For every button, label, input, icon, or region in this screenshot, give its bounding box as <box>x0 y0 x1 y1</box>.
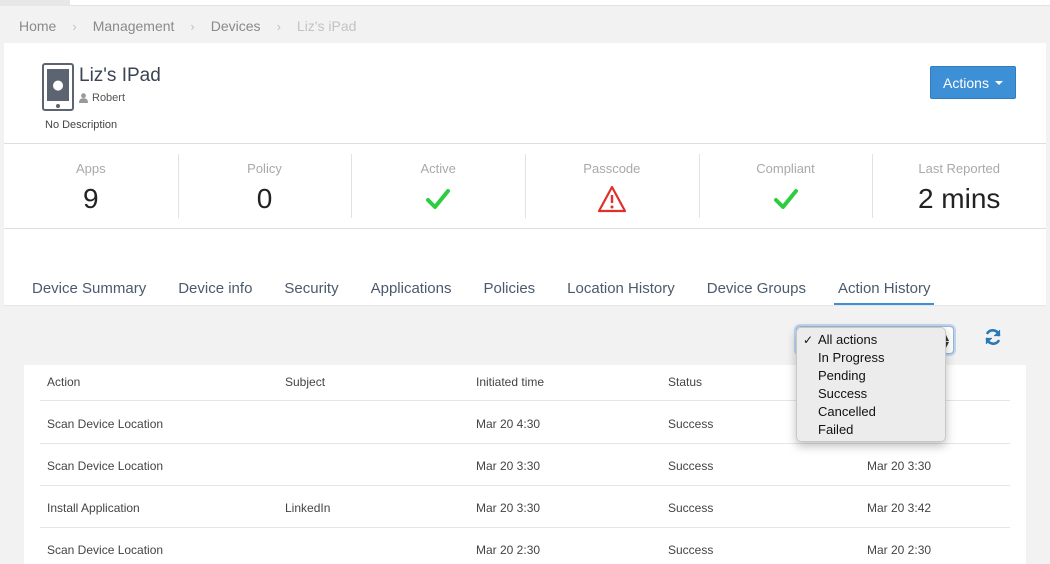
cell-initiated-time: Mar 20 3:30 <box>476 459 541 473</box>
breadcrumb-home[interactable]: Home <box>19 18 56 34</box>
ipad-screen: ● <box>47 69 69 101</box>
filter-option-success[interactable]: Success <box>797 385 945 403</box>
filter-option-label: Failed <box>818 422 854 437</box>
column-header-action[interactable]: Action <box>47 375 80 389</box>
breadcrumb-management[interactable]: Management <box>93 18 175 34</box>
cell-initiated-time: Mar 20 4:30 <box>476 417 541 431</box>
stat-value <box>699 181 873 217</box>
table-row[interactable]: Scan Device Location Mar 20 3:30 Success… <box>40 444 1010 486</box>
device-tabs: Device Summary Device info Security Appl… <box>28 275 958 305</box>
stat-value: 0 <box>256 183 273 214</box>
column-header-status[interactable]: Status <box>668 375 702 389</box>
tab-location-history[interactable]: Location History <box>563 275 679 305</box>
stat-value: 2 mins <box>917 183 1001 214</box>
cell-completed-time: Mar 20 3:42 <box>867 501 932 515</box>
cell-status: Success <box>668 459 714 473</box>
stat-value <box>351 181 525 217</box>
action-filter-dropdown: ✓ All actions In Progress Pending Success… <box>796 327 946 442</box>
cell-initiated-time: Mar 20 3:30 <box>476 501 541 515</box>
filter-option-all-actions[interactable]: ✓ All actions <box>797 331 945 349</box>
cell-status: Success <box>668 543 714 557</box>
chevron-right-icon: › <box>72 18 77 34</box>
stat-last-reported: Last Reported 2 mins <box>872 144 1046 228</box>
column-header-initiated-time[interactable]: Initiated time <box>476 375 544 389</box>
cell-status: Success <box>668 501 714 515</box>
stat-policy: Policy 0 <box>177 144 352 228</box>
stat-compliant: Compliant <box>698 144 873 228</box>
breadcrumb: Home › Management › Devices › Liz's iPad <box>19 17 356 35</box>
cell-subject: LinkedIn <box>285 501 331 515</box>
tab-action-history[interactable]: Action History <box>833 275 935 305</box>
stat-value <box>525 181 699 217</box>
stat-apps: Apps 9 <box>4 144 178 228</box>
device-name: Liz's IPad <box>79 65 161 86</box>
filter-option-label: Cancelled <box>818 404 876 419</box>
tab-security[interactable]: Security <box>280 275 342 305</box>
stat-label: Apps <box>76 161 106 176</box>
cell-completed-time: Mar 20 3:30 <box>867 459 932 473</box>
top-tab-stub <box>0 0 70 6</box>
device-card: ● Liz's IPad Robert No Description Actio… <box>4 43 1046 564</box>
ipad-icon: ● <box>42 63 74 111</box>
stat-label: Last Reported <box>918 161 1001 176</box>
cell-action: Scan Device Location <box>47 543 164 557</box>
actions-button-label: Actions <box>943 74 989 91</box>
tab-device-summary[interactable]: Device Summary <box>28 275 150 305</box>
filter-option-label: All actions <box>818 332 878 347</box>
green-check-icon <box>425 188 451 210</box>
top-bar <box>0 0 1050 6</box>
cell-initiated-time: Mar 20 2:30 <box>476 543 541 557</box>
stat-label: Active <box>420 161 456 176</box>
stat-label: Passcode <box>583 161 641 176</box>
green-check-icon <box>773 188 799 210</box>
cell-action: Install Application <box>47 501 140 515</box>
filter-option-failed[interactable]: Failed <box>797 421 945 439</box>
user-icon <box>79 93 88 103</box>
cell-status: Success <box>668 417 714 431</box>
filter-option-cancelled[interactable]: Cancelled <box>797 403 945 421</box>
stat-active: Active <box>351 144 525 228</box>
filter-option-label: Success <box>818 386 868 401</box>
cell-completed-time: Mar 20 2:30 <box>867 543 932 557</box>
checkmark-icon: ✓ <box>803 333 814 347</box>
filter-option-label: Pending <box>818 368 866 383</box>
ipad-home-button <box>56 104 60 108</box>
device-owner: Robert <box>79 92 125 104</box>
apple-icon: ● <box>52 78 64 93</box>
breadcrumb-current: Liz's iPad <box>296 18 357 34</box>
red-warning-icon <box>597 185 627 213</box>
stats-bar: Apps 9 Policy 0 Active Passcode Complian… <box>4 143 1046 229</box>
chevron-right-icon: › <box>276 18 281 34</box>
device-description: No Description <box>45 119 118 131</box>
stat-passcode: Passcode <box>525 144 699 228</box>
tab-policies[interactable]: Policies <box>479 275 539 305</box>
column-header-subject[interactable]: Subject <box>285 375 325 389</box>
filter-option-in-progress[interactable]: In Progress <box>797 349 945 367</box>
device-owner-name: Robert <box>92 92 126 104</box>
tab-device-groups[interactable]: Device Groups <box>703 275 810 305</box>
caret-down-icon <box>994 80 1003 85</box>
stat-value: 9 <box>83 183 99 214</box>
refresh-icon[interactable] <box>983 327 1003 347</box>
chevron-right-icon: › <box>190 18 195 34</box>
filter-option-pending[interactable]: Pending <box>797 367 945 385</box>
tab-device-info[interactable]: Device info <box>174 275 256 305</box>
tab-applications[interactable]: Applications <box>367 275 456 305</box>
filter-option-label: In Progress <box>818 350 885 365</box>
stat-label: Compliant <box>756 161 815 176</box>
table-row[interactable]: Scan Device Location Mar 20 2:30 Success… <box>40 528 1010 564</box>
cell-action: Scan Device Location <box>47 417 164 431</box>
cell-action: Scan Device Location <box>47 459 164 473</box>
stat-label: Policy <box>247 161 282 176</box>
actions-button[interactable]: Actions <box>930 66 1016 99</box>
breadcrumb-devices[interactable]: Devices <box>211 18 261 34</box>
table-row[interactable]: Install Application LinkedIn Mar 20 3:30… <box>40 486 1010 528</box>
